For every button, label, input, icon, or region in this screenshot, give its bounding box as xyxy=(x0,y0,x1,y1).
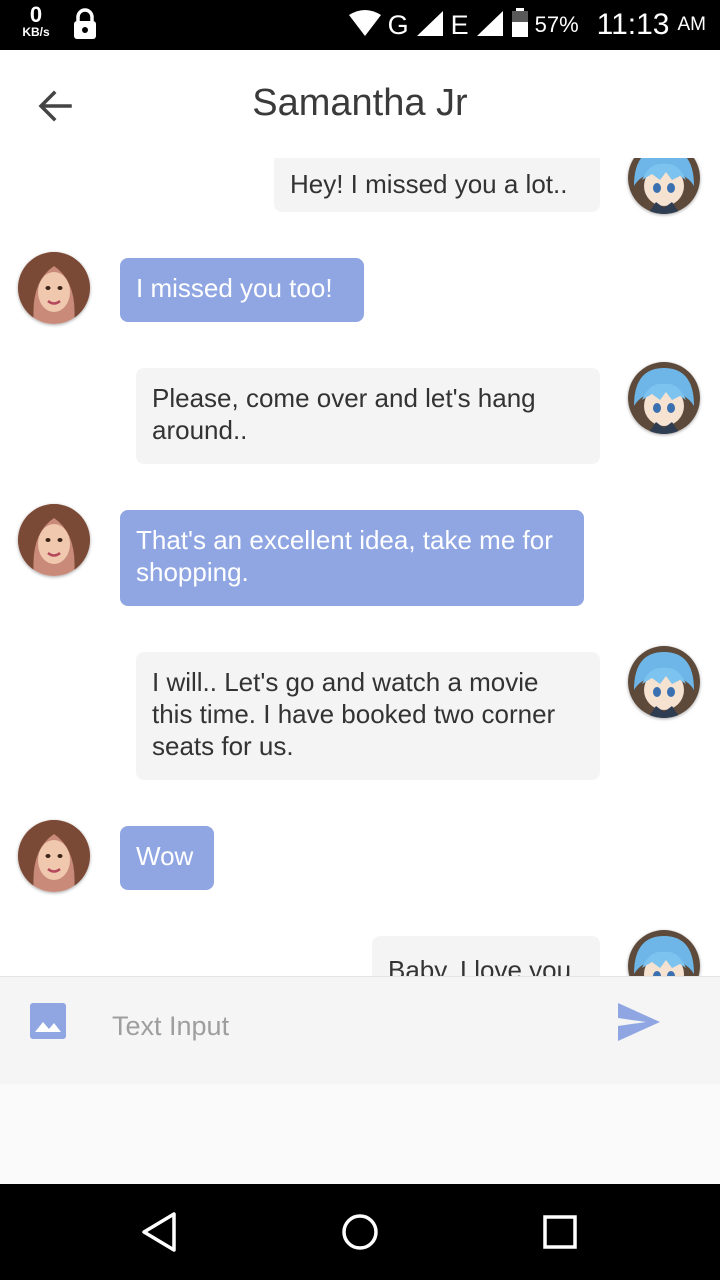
attach-image-button[interactable] xyxy=(28,1001,68,1046)
keyboard-area xyxy=(0,1084,720,1184)
nav-back-button[interactable] xyxy=(136,1208,184,1256)
image-icon xyxy=(30,1003,66,1039)
avatar-contact[interactable] xyxy=(18,820,90,892)
anime-boy-avatar-icon xyxy=(628,158,700,214)
send-icon xyxy=(618,1003,660,1041)
battery-icon xyxy=(511,7,529,43)
clock-ampm: AM xyxy=(677,14,707,35)
network-speed-unit: KB/s xyxy=(22,25,50,39)
message-list[interactable]: Hey! I missed you a lot.. I missed you t… xyxy=(0,158,720,976)
message-composer xyxy=(0,976,720,1085)
message-text: Please, come over and let's hang around.… xyxy=(152,383,536,445)
avatar-contact[interactable] xyxy=(18,504,90,576)
circle-home-icon xyxy=(342,1214,378,1250)
network-speed-value: 0 xyxy=(29,2,43,27)
contact-photo-avatar-icon xyxy=(18,504,90,576)
lock-icon xyxy=(72,8,98,45)
network-type-e: E xyxy=(450,9,469,40)
message-text: I missed you too! xyxy=(136,273,333,303)
anime-boy-avatar-icon xyxy=(628,930,700,976)
message-text: That's an excellent idea, take me for sh… xyxy=(136,525,553,587)
message-text: I will.. Let's go and watch a movie this… xyxy=(152,667,556,761)
contact-photo-avatar-icon xyxy=(18,252,90,324)
system-navigation-bar xyxy=(0,1184,720,1280)
message-text: Baby, I love you. xyxy=(388,955,579,976)
message-bubble-outgoing[interactable]: Please, come over and let's hang around.… xyxy=(136,368,600,464)
message-bubble-outgoing[interactable]: Baby, I love you. xyxy=(372,936,600,976)
contact-photo-avatar-icon xyxy=(18,820,90,892)
triangle-back-icon xyxy=(142,1212,176,1252)
send-button[interactable] xyxy=(616,1001,662,1048)
message-text: Hey! I missed you a lot.. xyxy=(290,169,568,199)
chat-header: Samantha Jr xyxy=(0,50,720,158)
avatar-contact[interactable] xyxy=(18,252,90,324)
message-bubble-incoming[interactable]: I missed you too! xyxy=(120,258,364,322)
network-type-g: G xyxy=(387,9,409,40)
message-bubble-incoming[interactable]: Wow xyxy=(120,826,214,890)
signal-icon xyxy=(415,9,445,42)
avatar-self[interactable] xyxy=(628,930,700,976)
clock-time: 11:13 xyxy=(596,8,670,41)
battery-percent: 57% xyxy=(534,12,579,37)
message-text: Wow xyxy=(136,841,194,871)
message-bubble-incoming[interactable]: That's an excellent idea, take me for sh… xyxy=(120,510,584,606)
message-text-input[interactable] xyxy=(110,1005,594,1047)
signal-icon-2 xyxy=(475,9,505,42)
nav-recents-button[interactable] xyxy=(536,1208,584,1256)
avatar-self[interactable] xyxy=(628,646,700,718)
contact-name-title: Samantha Jr xyxy=(252,82,468,124)
message-bubble-outgoing[interactable]: Hey! I missed you a lot.. xyxy=(274,158,600,212)
anime-boy-avatar-icon xyxy=(628,646,700,718)
avatar-self[interactable] xyxy=(628,158,700,214)
square-recents-icon xyxy=(543,1215,577,1249)
anime-boy-avatar-icon xyxy=(628,362,700,434)
status-bar: 0 KB/s G E 57% 11:13 AM xyxy=(0,0,720,50)
network-speed: 0 KB/s xyxy=(18,2,54,39)
message-bubble-outgoing[interactable]: I will.. Let's go and watch a movie this… xyxy=(136,652,600,780)
avatar-self[interactable] xyxy=(628,362,700,434)
wifi-icon xyxy=(348,9,382,42)
nav-home-button[interactable] xyxy=(336,1208,384,1256)
